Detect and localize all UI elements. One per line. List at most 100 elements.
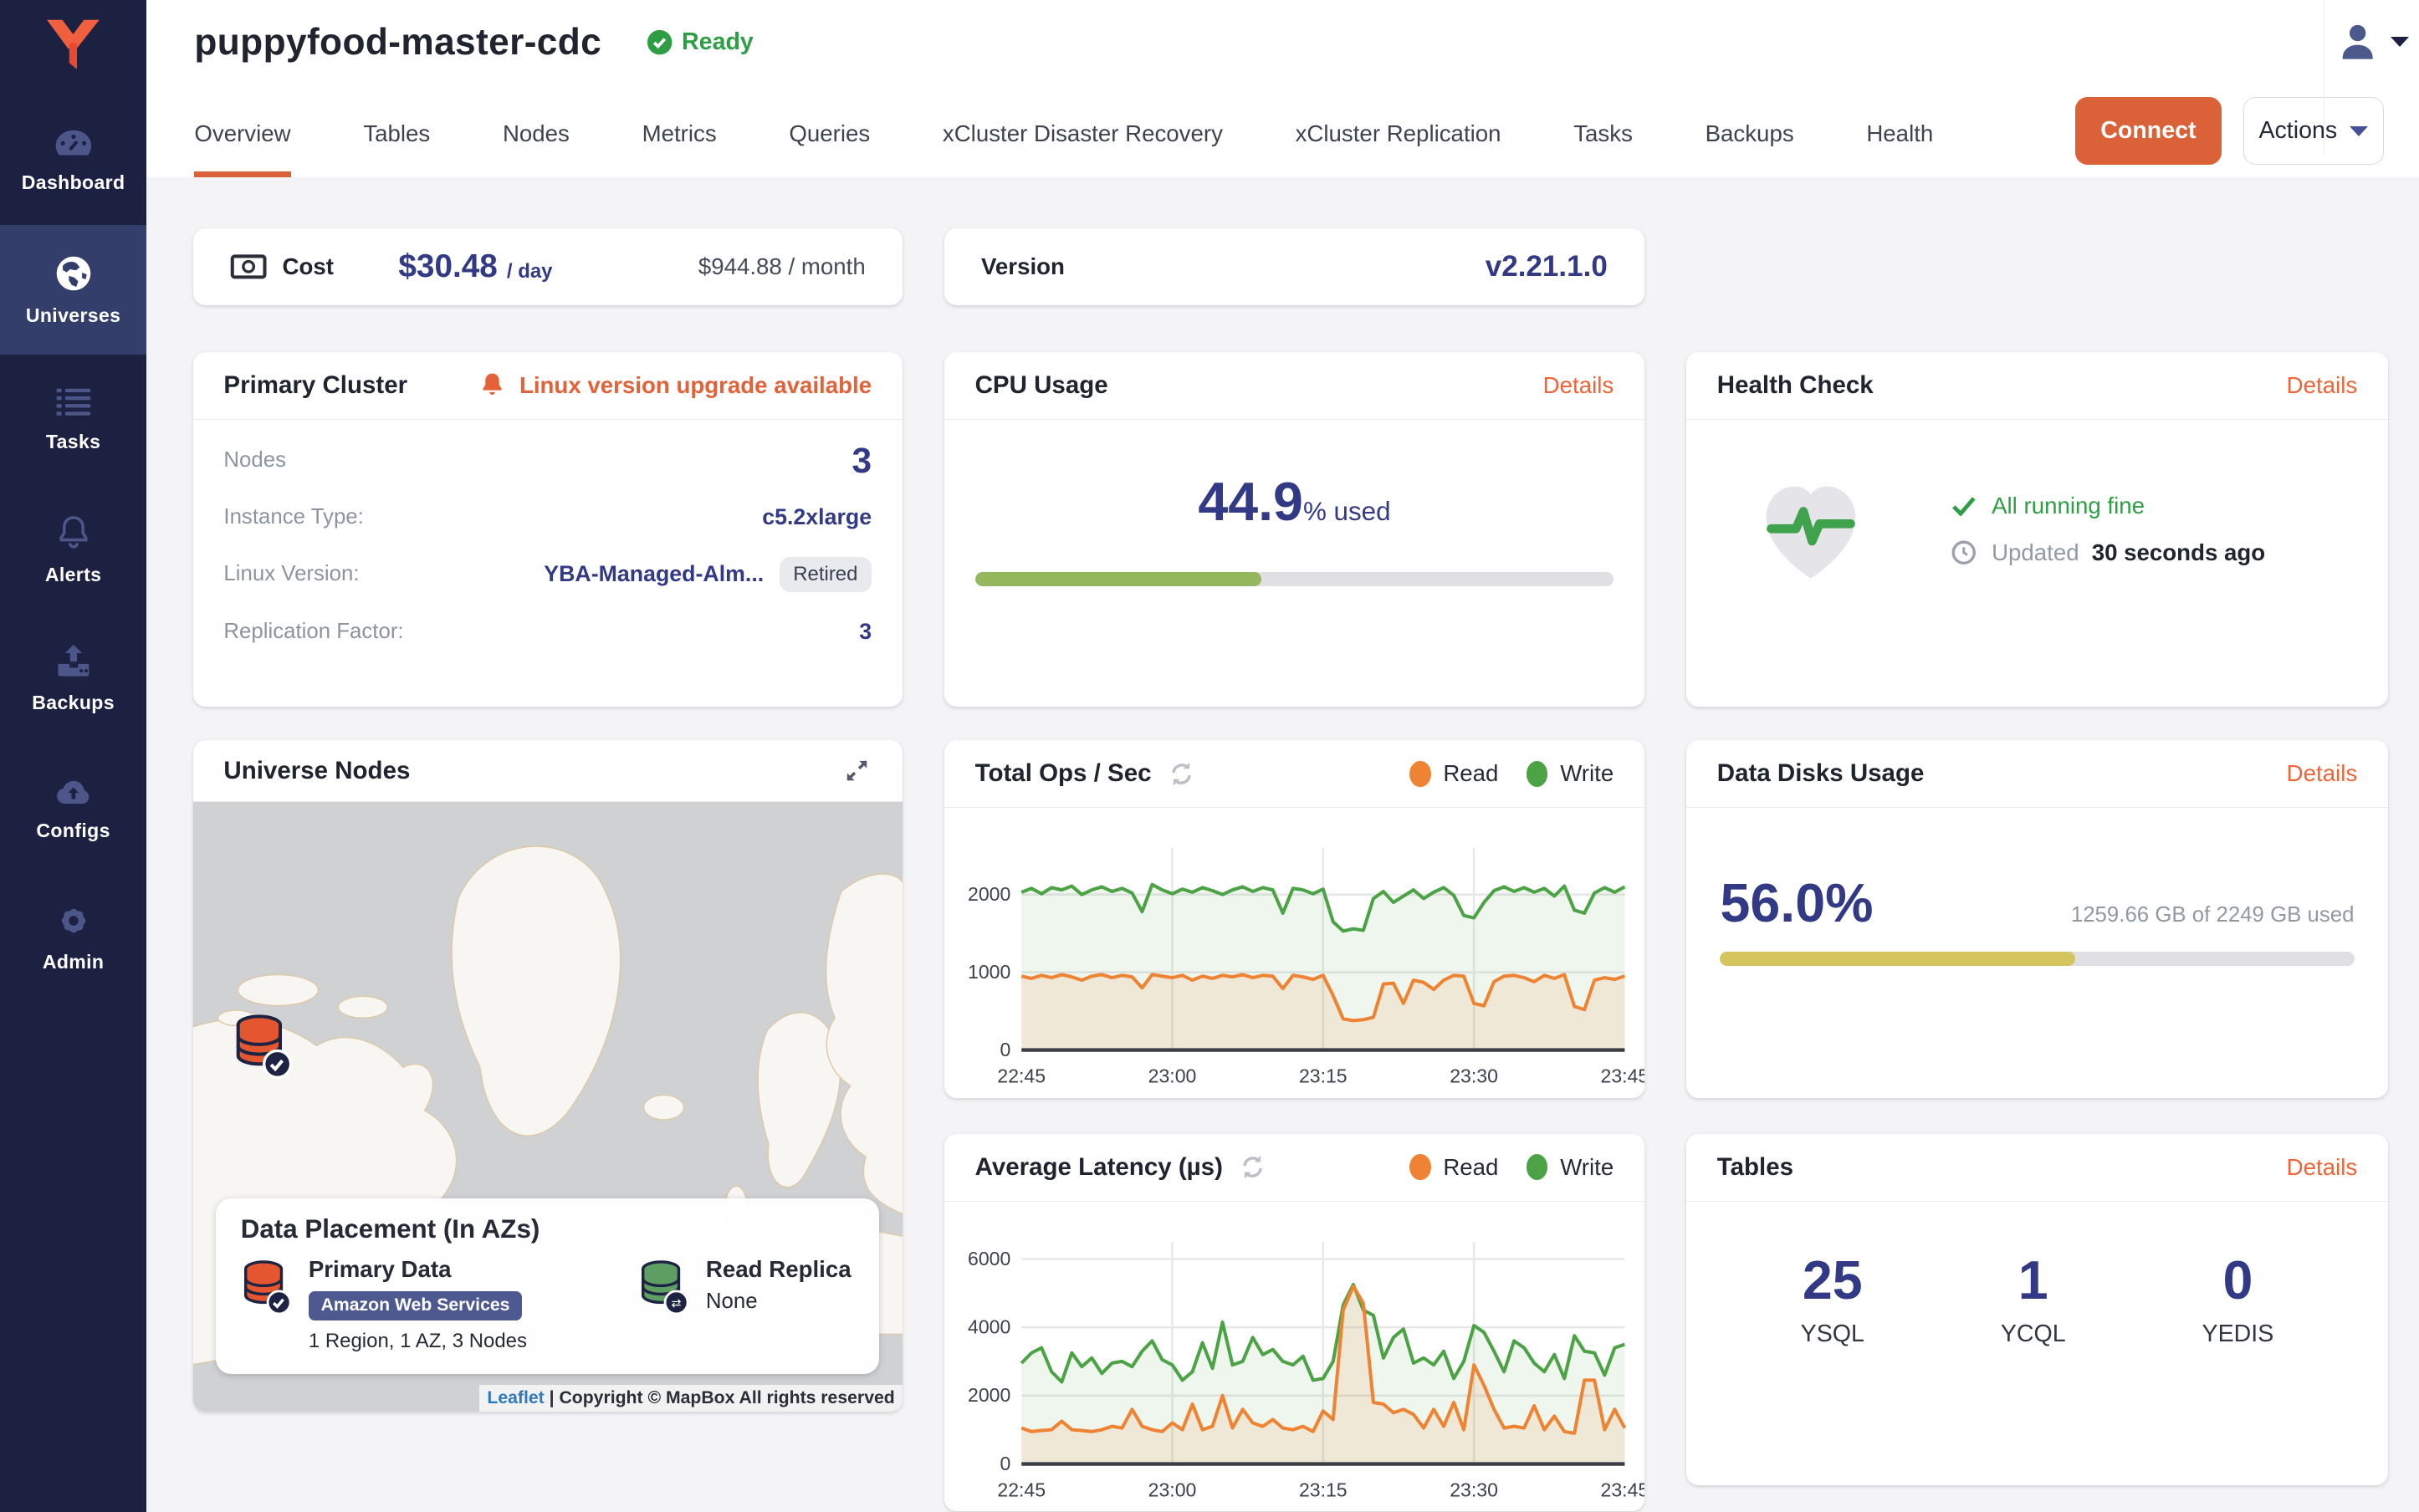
svg-text:22:45: 22:45 bbox=[997, 1065, 1046, 1087]
disks-progress-fill bbox=[1720, 952, 2075, 966]
upgrade-alert-text: Linux version upgrade available bbox=[519, 372, 872, 399]
legend-label: Write bbox=[1560, 760, 1614, 787]
svg-text:2000: 2000 bbox=[968, 884, 1010, 906]
cost-per-day-suffix: / day bbox=[507, 260, 553, 284]
sidebar-item-dashboard[interactable]: Dashboard bbox=[0, 95, 146, 225]
dashboard-icon bbox=[53, 127, 95, 161]
legend-label: Write bbox=[1560, 1154, 1614, 1181]
svg-text:23:45: 23:45 bbox=[1600, 1065, 1644, 1087]
upgrade-alert[interactable]: Linux version upgrade available bbox=[478, 370, 872, 401]
cpu-percent-suffix: % used bbox=[1303, 497, 1391, 526]
health-details-link[interactable]: Details bbox=[2287, 372, 2358, 399]
user-icon bbox=[2335, 18, 2381, 64]
row-value: c5.2xlarge bbox=[762, 504, 872, 530]
primary-db-marker-icon bbox=[233, 1012, 294, 1080]
tab-queries[interactable]: Queries bbox=[789, 91, 870, 177]
tables-card: Tables Details 25 YSQL 1 YCQL 0 YEDIS bbox=[1686, 1134, 2388, 1486]
node-region-marker[interactable] bbox=[233, 1012, 294, 1086]
expand-map-button[interactable] bbox=[842, 756, 872, 785]
tab-overview[interactable]: Overview bbox=[194, 91, 290, 177]
refresh-button[interactable] bbox=[1238, 1152, 1267, 1182]
leaflet-link[interactable]: Leaflet bbox=[487, 1388, 544, 1407]
sidebar-item-admin[interactable]: Admin bbox=[0, 873, 146, 1003]
check-circle-icon bbox=[647, 29, 673, 55]
version-card: Version v2.21.1.0 bbox=[944, 228, 1644, 305]
tab-tasks[interactable]: Tasks bbox=[1573, 91, 1633, 177]
status-text: Ready bbox=[682, 28, 754, 56]
tab-xcluster-dr[interactable]: xCluster Disaster Recovery bbox=[943, 91, 1223, 177]
latency-chart: 020004000600022:4523:0023:1523:3023:45 bbox=[944, 1202, 1644, 1510]
legend-write: Write bbox=[1527, 760, 1614, 787]
sidebar-item-tasks[interactable]: Tasks bbox=[0, 355, 146, 484]
cpu-progress-track bbox=[975, 572, 1614, 586]
header: puppyfood-master-cdc Ready Overview Tabl… bbox=[146, 0, 2419, 177]
alert-bell-icon bbox=[478, 370, 507, 401]
cluster-row-instance-type: Instance Type: c5.2xlarge bbox=[223, 489, 872, 546]
svg-text:6000: 6000 bbox=[968, 1248, 1010, 1269]
tab-health[interactable]: Health bbox=[1866, 91, 1933, 177]
disks-progress-track bbox=[1720, 952, 2354, 966]
yugabyte-logo[interactable] bbox=[0, 0, 146, 95]
refresh-icon bbox=[1167, 759, 1196, 789]
map-attribution: Leaflet | Copyright © MapBox All rights … bbox=[479, 1385, 903, 1411]
total-ops-card: Total Ops / Sec Read bbox=[944, 740, 1644, 1098]
world-map[interactable]: Data Placement (In AZs) bbox=[193, 802, 903, 1412]
health-check-title: Health Check bbox=[1717, 371, 1874, 400]
read-replica-block: ⇄ Read Replica None bbox=[638, 1256, 852, 1352]
disks-detail: 1259.66 GB of 2249 GB used bbox=[2071, 903, 2355, 927]
sidebar-item-label: Admin bbox=[43, 951, 105, 973]
chevron-down-icon bbox=[2391, 37, 2409, 47]
tab-xcluster-replication[interactable]: xCluster Replication bbox=[1296, 91, 1501, 177]
stat-value: 1 bbox=[2018, 1254, 2048, 1308]
user-menu[interactable] bbox=[2324, 0, 2419, 154]
latency-legend: Read Write bbox=[1409, 1154, 1614, 1181]
status-badge: Ready bbox=[647, 28, 754, 56]
sidebar-item-alerts[interactable]: Alerts bbox=[0, 484, 146, 614]
cpu-details-link[interactable]: Details bbox=[1543, 372, 1614, 399]
primary-data-block: Primary Data Amazon Web Services 1 Regio… bbox=[241, 1256, 527, 1352]
sidebar-item-configs[interactable]: Configs bbox=[0, 743, 146, 873]
cost-card: Cost $30.48 / day $944.88 / month bbox=[193, 228, 903, 305]
sidebar: Dashboard Universes Tasks bbox=[0, 0, 146, 1512]
disks-details-link[interactable]: Details bbox=[2287, 760, 2358, 787]
health-status-text: All running fine bbox=[1992, 493, 2145, 519]
svg-text:23:15: 23:15 bbox=[1299, 1479, 1348, 1500]
overview-content: Cost $30.48 / day $944.88 / month Versio… bbox=[146, 177, 2419, 1511]
row-label: Linux Version: bbox=[223, 562, 359, 586]
stat-label: YSQL bbox=[1801, 1320, 1864, 1348]
sidebar-item-backups[interactable]: Backups bbox=[0, 614, 146, 743]
cost-label: Cost bbox=[282, 253, 333, 280]
tab-backups[interactable]: Backups bbox=[1706, 91, 1794, 177]
tab-nodes[interactable]: Nodes bbox=[503, 91, 570, 177]
svg-text:2000: 2000 bbox=[968, 1384, 1010, 1406]
clock-icon bbox=[1951, 540, 1977, 565]
refresh-button[interactable] bbox=[1167, 759, 1196, 789]
cost-per-month: $944.88 / month bbox=[698, 253, 866, 280]
svg-text:1000: 1000 bbox=[968, 961, 1010, 983]
refresh-icon bbox=[1238, 1152, 1267, 1182]
legend-label: Read bbox=[1443, 760, 1498, 787]
avg-latency-title: Average Latency (µs) bbox=[975, 1153, 1223, 1182]
svg-text:23:45: 23:45 bbox=[1600, 1479, 1644, 1500]
cpu-usage-card: CPU Usage Details 44.9% used bbox=[944, 352, 1644, 707]
connect-button[interactable]: Connect bbox=[2075, 97, 2222, 165]
cloud-upload-icon bbox=[52, 774, 95, 809]
read-legend-dot bbox=[1409, 1154, 1431, 1180]
primary-data-label: Primary Data bbox=[309, 1256, 527, 1283]
data-placement-panel: Data Placement (In AZs) bbox=[216, 1198, 879, 1374]
tab-metrics[interactable]: Metrics bbox=[642, 91, 717, 177]
health-updated-label: Updated bbox=[1992, 539, 2079, 565]
legend-read: Read bbox=[1409, 1154, 1499, 1181]
tables-details-link[interactable]: Details bbox=[2287, 1154, 2358, 1181]
money-bill-icon bbox=[230, 251, 267, 284]
cluster-row-replication-factor: Replication Factor: 3 bbox=[223, 603, 872, 660]
sidebar-item-universes[interactable]: Universes bbox=[0, 225, 146, 355]
primary-data-detail: 1 Region, 1 AZ, 3 Nodes bbox=[309, 1330, 527, 1353]
primary-cluster-title: Primary Cluster bbox=[223, 371, 407, 400]
svg-text:23:30: 23:30 bbox=[1450, 1479, 1498, 1500]
version-label: Version bbox=[981, 253, 1065, 280]
tab-tables[interactable]: Tables bbox=[363, 91, 430, 177]
stat-value: 25 bbox=[1803, 1254, 1863, 1308]
universe-nodes-title: Universe Nodes bbox=[223, 757, 410, 785]
tables-stat-yedis: 0 YEDIS bbox=[2202, 1254, 2274, 1347]
